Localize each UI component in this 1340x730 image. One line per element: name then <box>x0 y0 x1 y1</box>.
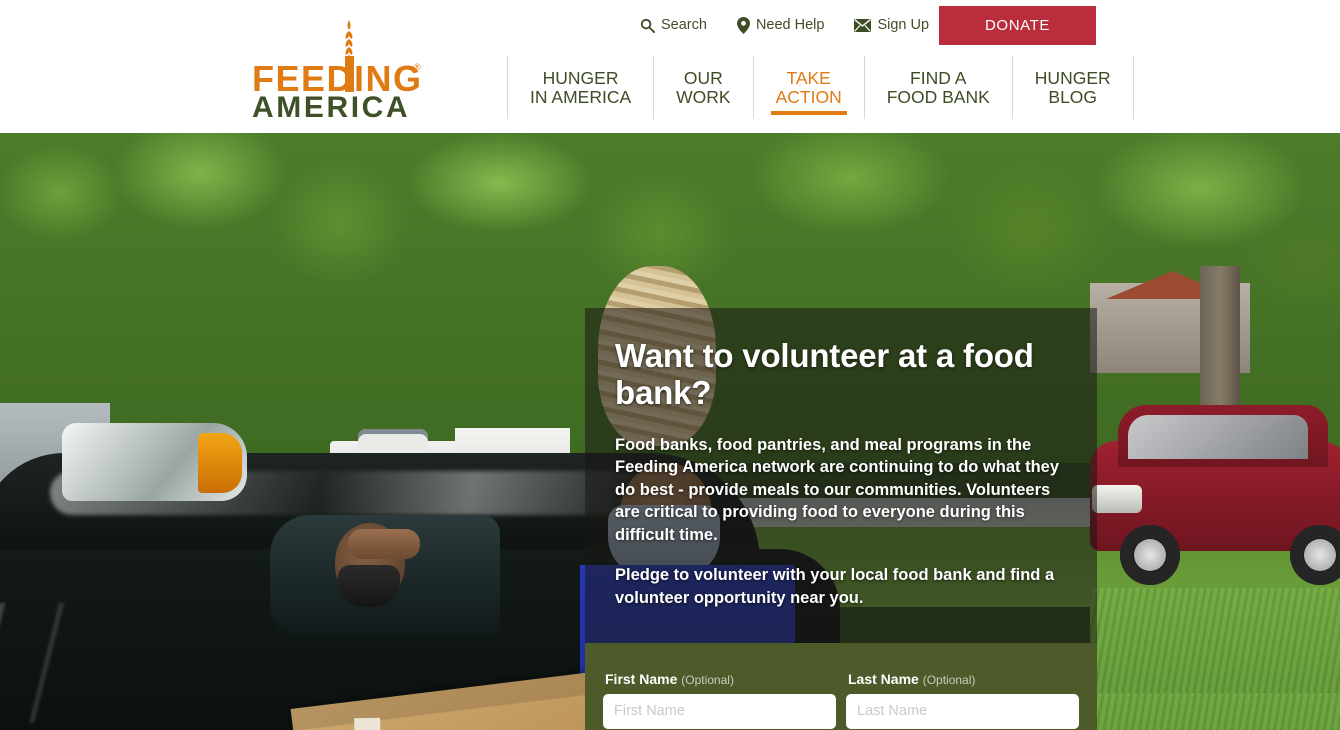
utility-link-need-help-label: Need Help <box>755 17 825 33</box>
hero-overlay-card: Want to volunteer at a food bank? Food b… <box>585 308 1097 730</box>
photo-box-tape <box>354 717 382 730</box>
nav-item-take-action-line2: ACTION <box>775 86 842 107</box>
utility-link-need-help[interactable]: Need Help <box>736 16 825 34</box>
nav-item-take-action-line1: TAKE <box>786 68 831 89</box>
search-icon <box>640 18 655 33</box>
hero-paragraph-1: Food banks, food pantries, and meal prog… <box>615 435 1060 544</box>
main-navigation: HUNGER IN AMERICA OUR WORK TAKE ACTION F… <box>507 56 1134 119</box>
nav-item-our-work-line2: WORK <box>676 86 731 107</box>
nav-item-take-action[interactable]: TAKE ACTION <box>752 56 864 119</box>
hero-section: Want to volunteer at a food bank? Food b… <box>0 133 1340 730</box>
utility-link-sign-up-label: Sign Up <box>877 17 930 33</box>
site-header: FEEDING ® AMERICA Search Need Help Sign … <box>0 0 1340 133</box>
utility-link-sign-up[interactable]: Sign Up <box>854 17 929 33</box>
first-name-label-text: First Name <box>605 670 678 687</box>
nav-item-our-work[interactable]: OUR WORK <box>653 56 752 119</box>
nav-item-hunger-blog-line2: BLOG <box>1048 86 1098 107</box>
last-name-input[interactable] <box>846 693 1079 729</box>
nav-item-our-work-line1: OUR <box>683 68 723 89</box>
last-name-optional-tag: (Optional) <box>922 672 976 687</box>
page-title: Want to volunteer at a food bank? <box>615 337 1034 411</box>
volunteer-signup-form: First Name (Optional) Last Name (Optiona… <box>585 642 1097 730</box>
location-pin-icon <box>736 16 750 34</box>
registered-mark: ® <box>414 62 421 72</box>
hero-copy-block: Want to volunteer at a food bank? Food b… <box>585 308 1097 643</box>
photo-red-suv-headlight <box>1092 485 1142 513</box>
photo-red-suv-hubcap-rear <box>1304 539 1336 571</box>
feeding-america-logo[interactable]: FEEDING ® AMERICA <box>252 20 424 123</box>
field-last-name: Last Name (Optional) <box>846 671 1079 729</box>
nav-item-find-a-food-bank[interactable]: FIND A FOOD BANK <box>863 56 1012 119</box>
envelope-icon <box>854 18 872 32</box>
first-name-optional-tag: (Optional) <box>681 672 734 687</box>
utility-nav: Search Need Help Sign Up <box>640 12 959 38</box>
photo-red-suv-windshield <box>1128 415 1308 459</box>
donate-button[interactable]: DONATE <box>939 6 1096 45</box>
photo-red-suv-hubcap-front <box>1134 539 1166 571</box>
nav-item-hunger-blog-line1: HUNGER <box>1034 68 1111 89</box>
utility-link-search[interactable]: Search <box>640 17 707 33</box>
photo-red-suv <box>1090 393 1340 593</box>
nav-item-hunger-in-america-line1: HUNGER <box>542 68 619 89</box>
hero-paragraph-2: Pledge to volunteer with your local food… <box>615 566 1055 607</box>
photo-driver-hand <box>348 529 420 559</box>
photo-driver-face-mask <box>338 565 400 607</box>
logo-i-bar <box>345 56 354 92</box>
nav-item-hunger-in-america-line2: IN AMERICA <box>530 86 632 107</box>
first-name-label: First Name (Optional) <box>605 671 836 687</box>
first-name-input[interactable] <box>603 693 836 729</box>
photo-dark-car-turn-signal <box>198 433 242 493</box>
nav-item-hunger-in-america[interactable]: HUNGER IN AMERICA <box>507 56 653 119</box>
last-name-label-text: Last Name <box>848 670 919 687</box>
nav-item-hunger-blog[interactable]: HUNGER BLOG <box>1011 56 1134 119</box>
logo-text-america: AMERICA <box>252 91 411 124</box>
utility-link-search-label: Search <box>661 17 707 33</box>
field-first-name: First Name (Optional) <box>603 671 836 729</box>
photo-truck-cab <box>358 429 428 451</box>
last-name-label: Last Name (Optional) <box>848 671 1079 687</box>
nav-item-find-a-food-bank-line1: FIND A <box>910 68 967 89</box>
nav-item-find-a-food-bank-line2: FOOD BANK <box>886 86 990 107</box>
page-root: FEEDING ® AMERICA Search Need Help Sign … <box>0 0 1340 730</box>
form-row-name: First Name (Optional) Last Name (Optiona… <box>603 671 1079 729</box>
